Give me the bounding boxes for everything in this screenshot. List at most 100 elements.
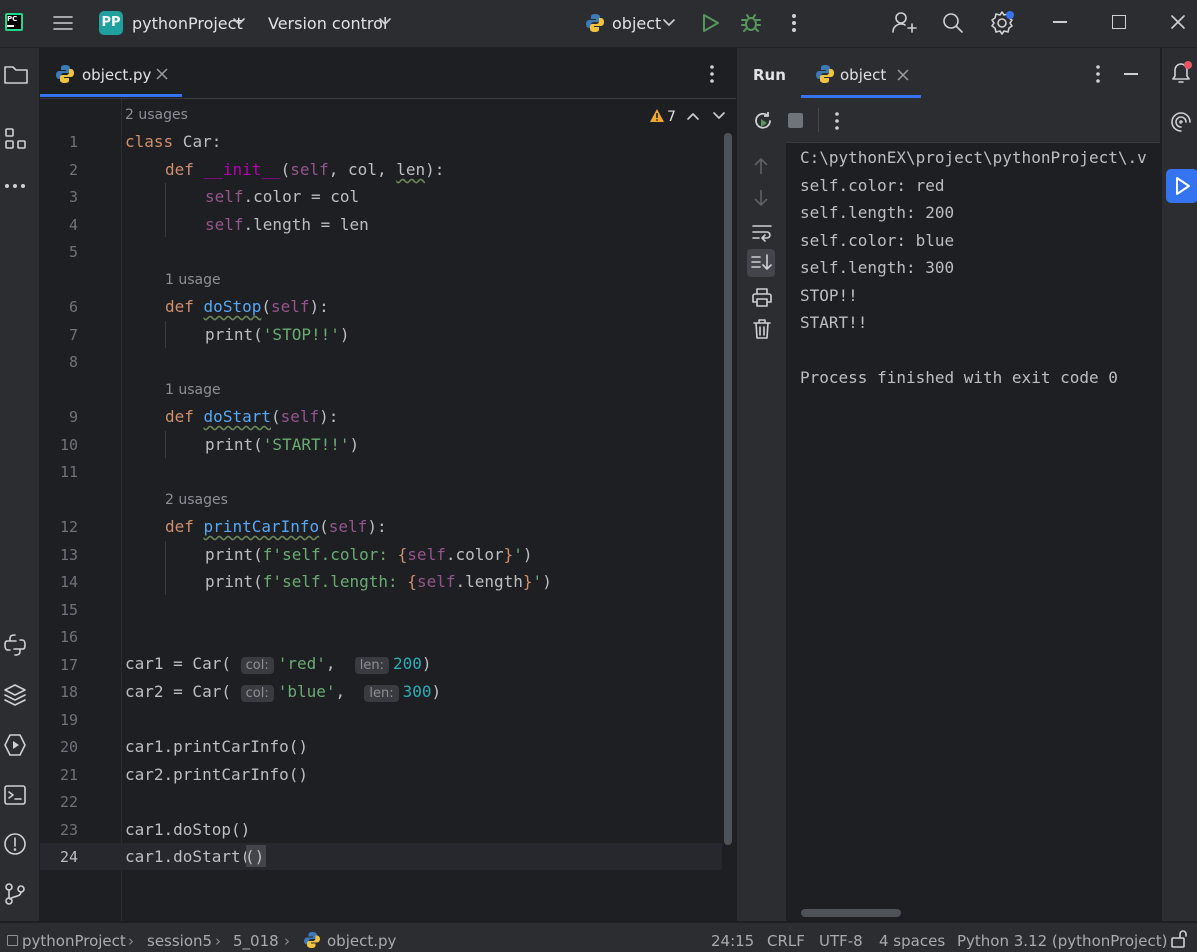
line-number[interactable]: 20 <box>38 738 78 756</box>
options-icon[interactable] <box>1094 64 1102 84</box>
close-icon[interactable] <box>1170 14 1186 30</box>
editor-tab-object-py[interactable]: object.py <box>82 66 151 84</box>
console-output-line[interactable]: START!! <box>800 313 867 332</box>
scroll-to-end-toggle[interactable] <box>747 249 775 277</box>
breadcrumb-item[interactable]: 5_018 <box>233 932 279 950</box>
console-output-line[interactable]: STOP!! <box>800 286 858 305</box>
trash-icon[interactable] <box>752 318 772 340</box>
line-number[interactable]: 18 <box>38 683 78 701</box>
code-line[interactable]: self.color = col <box>205 187 359 206</box>
previous-highlight-icon[interactable] <box>687 111 699 121</box>
console-horizontal-scrollbar[interactable] <box>801 909 901 917</box>
line-number[interactable]: 1 <box>38 133 78 151</box>
console-output-line[interactable]: self.length: 200 <box>800 203 954 222</box>
line-number[interactable]: 6 <box>38 298 78 316</box>
line-number[interactable]: 7 <box>38 326 78 344</box>
close-tab-icon[interactable] <box>897 69 909 81</box>
tab-options-icon[interactable] <box>708 64 716 84</box>
usages-hint[interactable]: 2 usages <box>125 107 188 123</box>
line-number[interactable]: 17 <box>38 656 78 674</box>
version-control-dropdown[interactable]: Version control <box>268 14 387 33</box>
version-control-icon[interactable] <box>3 882 27 906</box>
line-number[interactable]: 5 <box>38 243 78 261</box>
main-menu-icon[interactable] <box>52 12 74 34</box>
run-configuration-dropdown[interactable]: object <box>612 14 661 33</box>
line-number[interactable]: 4 <box>38 216 78 234</box>
line-number[interactable]: 21 <box>38 766 78 784</box>
soft-wrap-icon[interactable] <box>751 222 773 242</box>
code-line[interactable]: car2.printCarInfo() <box>125 765 308 784</box>
line-number[interactable]: 2 <box>38 161 78 179</box>
warning-icon[interactable] <box>649 108 665 123</box>
line-number[interactable]: 12 <box>38 518 78 536</box>
stop-icon[interactable] <box>788 113 803 128</box>
run-tab-object[interactable]: object <box>840 66 886 84</box>
line-number[interactable]: 15 <box>38 601 78 619</box>
structure-icon[interactable] <box>4 127 28 151</box>
lock-open-icon[interactable] <box>1170 929 1188 949</box>
line-number[interactable]: 14 <box>38 573 78 591</box>
code-line[interactable]: def doStop(self): <box>165 297 329 316</box>
python-console-icon[interactable] <box>3 633 27 657</box>
code-line[interactable]: print(f'self.color: {self.color}') <box>205 545 533 564</box>
chevron-down-icon[interactable] <box>233 17 245 27</box>
more-tools-icon[interactable] <box>4 182 28 190</box>
settings-gear-icon[interactable] <box>990 10 1016 36</box>
breadcrumb-item[interactable]: pythonProject <box>22 932 126 950</box>
file-encoding[interactable]: UTF-8 <box>819 932 863 950</box>
console-exit-message[interactable]: Process finished with exit code 0 <box>800 368 1118 387</box>
hide-window-icon[interactable] <box>1124 73 1138 75</box>
project-folder-icon[interactable] <box>3 62 29 86</box>
project-badge[interactable]: PP <box>99 11 123 35</box>
code-line[interactable]: car1 = Car( col:'red', len: 200) <box>125 654 432 674</box>
line-number[interactable]: 3 <box>38 188 78 206</box>
ai-assistant-icon[interactable] <box>1170 111 1192 133</box>
search-icon[interactable] <box>941 11 965 35</box>
run-tool-window-button[interactable] <box>1166 169 1197 203</box>
line-number[interactable]: 9 <box>38 408 78 426</box>
line-number[interactable]: 11 <box>38 463 78 481</box>
caret-position[interactable]: 24:15 <box>711 932 754 950</box>
breadcrumb-item[interactable]: session5 <box>147 932 212 950</box>
code-line[interactable]: print('START!!') <box>205 435 359 454</box>
code-line[interactable]: print(f'self.length: {self.length}') <box>205 572 552 591</box>
arrow-down-icon[interactable] <box>752 188 770 208</box>
code-line[interactable]: car2 = Car( col:'blue', len: 300) <box>125 682 441 702</box>
line-number[interactable]: 8 <box>38 353 78 371</box>
line-separator[interactable]: CRLF <box>767 932 805 950</box>
code-line[interactable]: def printCarInfo(self): <box>165 517 387 536</box>
code-line-current[interactable]: car1.doStart( <box>125 847 250 866</box>
code-line[interactable]: car1.printCarInfo() <box>125 737 308 756</box>
indentation[interactable]: 4 spaces <box>879 932 945 950</box>
code-line[interactable]: print('STOP!!') <box>205 325 350 344</box>
chevron-down-icon[interactable] <box>663 18 675 28</box>
editor-vertical-scrollbar[interactable] <box>724 133 732 845</box>
console-output-line[interactable]: C:\pythonEX\project\pythonProject\.v <box>800 148 1147 167</box>
debug-icon[interactable] <box>740 11 762 33</box>
problems-icon[interactable] <box>3 832 27 856</box>
chevron-down-icon[interactable] <box>379 17 391 27</box>
console-output-line[interactable]: self.length: 300 <box>800 258 954 277</box>
line-number[interactable]: 22 <box>38 793 78 811</box>
maximize-icon[interactable] <box>1112 15 1126 29</box>
services-icon[interactable] <box>3 733 27 757</box>
console-output-line[interactable]: self.color: blue <box>800 231 954 250</box>
notifications-icon[interactable] <box>1169 60 1193 86</box>
add-user-icon[interactable] <box>891 10 917 36</box>
console-output-line[interactable]: self.color: red <box>800 176 945 195</box>
breadcrumb-item[interactable]: object.py <box>327 932 396 950</box>
usages-hint[interactable]: 1 usage <box>165 382 221 398</box>
code-line[interactable]: def doStart(self): <box>165 407 338 426</box>
code-line[interactable]: def __init__(self, col, len): <box>165 160 444 179</box>
print-icon[interactable] <box>751 286 773 308</box>
terminal-icon[interactable] <box>3 783 27 807</box>
minimize-icon[interactable] <box>1053 21 1067 23</box>
warnings-count[interactable]: 7 <box>667 109 676 125</box>
python-interpreter[interactable]: Python 3.12 (pythonProject) <box>957 932 1167 950</box>
more-actions-icon[interactable] <box>833 111 841 131</box>
usages-hint[interactable]: 2 usages <box>165 492 228 508</box>
more-actions-icon[interactable] <box>790 12 798 34</box>
arrow-up-icon[interactable] <box>752 156 770 176</box>
python-packages-icon[interactable] <box>3 683 27 707</box>
line-number[interactable]: 19 <box>38 711 78 729</box>
